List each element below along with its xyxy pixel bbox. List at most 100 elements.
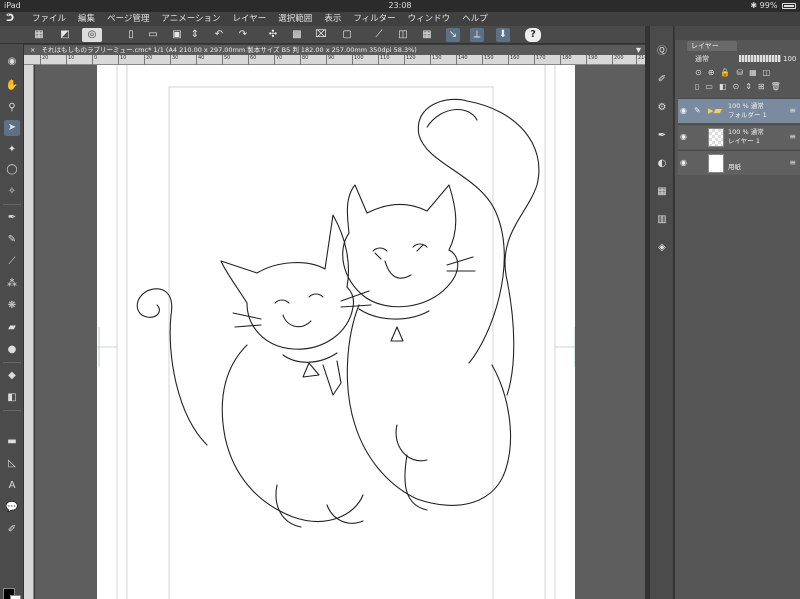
- color-history-icon[interactable]: ▥: [654, 212, 670, 228]
- menu-view[interactable]: 表示: [324, 12, 341, 26]
- layer-menu-icon[interactable]: ≡: [789, 158, 796, 168]
- pen-icon[interactable]: ✒: [4, 210, 20, 226]
- layer-menu-icon[interactable]: ≡: [789, 132, 796, 142]
- pen-pressure-icon[interactable]: ↘: [446, 28, 460, 42]
- zoom-tool-icon[interactable]: ⚲: [4, 100, 20, 116]
- vertical-ruler: [24, 65, 34, 599]
- layer-tab-label: レイヤー: [691, 42, 719, 50]
- save-icon[interactable]: ▣: [170, 28, 184, 42]
- airbrush-icon[interactable]: ⁂: [4, 276, 20, 292]
- balloon-icon[interactable]: 💬: [4, 500, 20, 516]
- operation-tool-icon[interactable]: ➤: [4, 120, 20, 136]
- deselect-icon[interactable]: ▢: [340, 28, 354, 42]
- frame-icon[interactable]: ▬: [4, 434, 20, 450]
- layer-thumbnail: [708, 154, 724, 173]
- new-document-icon[interactable]: ▯: [124, 28, 138, 42]
- menu-bar: ᕤ ファイル 編集 ページ管理 アニメーション レイヤー 選択範囲 表示 フィル…: [0, 12, 800, 26]
- battery-indicator: ✱ 99%: [750, 0, 796, 12]
- menu-window[interactable]: ウィンドウ: [408, 12, 451, 26]
- tool-palette: ◉ ✋ ⚲ ➤ ✦ ◯ ✧ ✒ ✎ ⟋ ⁂ ❋ ▰ ● ◆ ◧ ▬ ◺ A 💬 …: [0, 44, 24, 599]
- horizontal-ruler: 20 10 0 10 20 30 40 50 60 70 80 90 100 1…: [24, 55, 648, 65]
- layer-menu-icon[interactable]: ≡: [789, 106, 796, 116]
- decoration-icon[interactable]: ❋: [4, 298, 20, 314]
- document-title: それはもしものラブリーミュー.cmc* 1/1 (A4 210.00 x 297…: [41, 46, 417, 54]
- layer-palette: レイヤー 通常 100 ⊙⊕🔒⛁▦◫ ▯▭◧⊙⇕⊞🗑 ◉ ✎ ▸▰ 100 % …: [675, 26, 800, 599]
- undo-icon[interactable]: ↶: [212, 28, 226, 42]
- menu-layer[interactable]: レイヤー: [233, 12, 267, 26]
- color-wheel-icon[interactable]: ◐: [654, 156, 670, 172]
- folder-icon: ▸▰: [708, 104, 722, 117]
- battery-icon: [782, 2, 796, 9]
- opacity-slider[interactable]: [739, 55, 781, 62]
- layer-opacity-mode: 100 % 通常: [728, 102, 764, 110]
- ruler-icon[interactable]: ◺: [4, 456, 20, 472]
- new-file-icon[interactable]: ◩: [58, 28, 72, 42]
- move-layer-icon[interactable]: ✦: [4, 142, 20, 158]
- sub-color-swatch[interactable]: [10, 595, 21, 599]
- battery-percent: 99%: [759, 1, 778, 10]
- hide-selection-icon[interactable]: ⌧: [314, 28, 328, 42]
- tab-menu-icon[interactable]: ▼: [636, 45, 641, 55]
- layer-row-paper[interactable]: ◉ 用紙 ≡: [678, 150, 800, 175]
- sub-tool-icon[interactable]: ✐: [654, 72, 670, 88]
- layer-row-raster[interactable]: ◉ 100 % 通常 レイヤー 1 ≡: [678, 124, 800, 149]
- menu-page[interactable]: ページ管理: [107, 12, 149, 26]
- help-icon[interactable]: ?: [525, 28, 541, 42]
- touch-icon[interactable]: ⬇: [496, 28, 510, 42]
- brush-size-icon[interactable]: ✒: [654, 128, 670, 144]
- text-icon[interactable]: A: [4, 478, 20, 494]
- document-tab[interactable]: × それはもしものラブリーミュー.cmc* 1/1 (A4 210.00 x 2…: [24, 45, 645, 55]
- pencil-icon[interactable]: ✎: [4, 232, 20, 248]
- menu-filter[interactable]: フィルター: [353, 12, 395, 26]
- open-folder-icon[interactable]: ▭: [146, 28, 160, 42]
- drawing-artwork: [77, 65, 597, 599]
- navigator-icon[interactable]: Ⓠ: [654, 44, 670, 60]
- layer-action-toolbar[interactable]: ▯▭◧⊙⇕⊞🗑: [695, 82, 795, 92]
- clock: 23:08: [388, 1, 412, 10]
- paper-canvas[interactable]: [77, 65, 597, 599]
- visibility-icon[interactable]: ◉: [680, 158, 690, 168]
- menu-edit[interactable]: 編集: [78, 12, 95, 26]
- snap-ruler-icon[interactable]: ⟋: [372, 28, 386, 42]
- clip-studio-icon[interactable]: ◎: [82, 28, 102, 42]
- blend-icon[interactable]: ●: [4, 342, 20, 358]
- fill-tool-icon[interactable]: ◆: [4, 368, 20, 384]
- brush-icon[interactable]: ⟋: [4, 254, 20, 270]
- app-logo-icon[interactable]: ᕤ: [6, 13, 18, 25]
- canvas-workspace[interactable]: [35, 65, 645, 599]
- hand-icon[interactable]: ✋: [4, 78, 20, 94]
- tool-property-icon[interactable]: ⚙: [654, 100, 670, 116]
- blend-mode-select[interactable]: 通常: [695, 54, 735, 64]
- material-icon[interactable]: ◈: [654, 240, 670, 256]
- close-document-icon[interactable]: ×: [30, 46, 35, 54]
- redo-icon[interactable]: ↷: [236, 28, 250, 42]
- transform-icon[interactable]: ✣: [266, 28, 280, 42]
- grid-menu-icon[interactable]: ▦: [32, 28, 46, 42]
- eraser-icon[interactable]: ▰: [4, 320, 20, 336]
- layer-property-toolbar[interactable]: ⊙⊕🔒⛁▦◫: [695, 68, 795, 78]
- fill-icon[interactable]: ▩: [290, 28, 304, 42]
- visibility-icon[interactable]: ◉: [680, 106, 690, 116]
- selection-icon[interactable]: ◯: [4, 162, 20, 178]
- app-window: iPad 23:08 ✱ 99% ᕤ ファイル 編集 ページ管理 アニメーション…: [0, 0, 800, 599]
- layer-tab[interactable]: レイヤー: [687, 41, 737, 51]
- menu-selection[interactable]: 選択範囲: [278, 12, 312, 26]
- save-options-icon[interactable]: ⇕: [188, 28, 202, 42]
- auto-select-icon[interactable]: ✧: [4, 184, 20, 200]
- snap-grid-icon[interactable]: ▦: [420, 28, 434, 42]
- layer-row-folder[interactable]: ◉ ✎ ▸▰ 100 % 通常 フォルダー 1 ≡: [678, 98, 800, 123]
- command-bar: ▦ ◩ ◎ ▯ ▭ ▣ ⇕ ↶ ↷ ✣ ▩ ⌧ ▢ ⟋ ◫ ▦ ↘ ⟂ ⬇ ?: [0, 26, 645, 44]
- opacity-value[interactable]: 100: [783, 54, 796, 64]
- menu-help[interactable]: ヘルプ: [462, 12, 488, 26]
- zoom-icon[interactable]: ◉: [4, 54, 20, 70]
- color-set-icon[interactable]: ▦: [654, 184, 670, 200]
- snap-special-icon[interactable]: ◫: [396, 28, 410, 42]
- correct-line-icon[interactable]: ✐: [4, 522, 20, 538]
- visibility-icon[interactable]: ◉: [680, 132, 690, 142]
- edit-target-icon[interactable]: ✎: [694, 106, 701, 116]
- palette-icon-strip: Ⓠ ✐ ⚙ ✒ ◐ ▦ ▥ ◈: [650, 26, 674, 599]
- gradient-icon[interactable]: ◧: [4, 390, 20, 406]
- stylus-icon[interactable]: ⟂: [470, 28, 484, 42]
- menu-file[interactable]: ファイル: [32, 12, 66, 26]
- menu-animation[interactable]: アニメーション: [161, 12, 220, 26]
